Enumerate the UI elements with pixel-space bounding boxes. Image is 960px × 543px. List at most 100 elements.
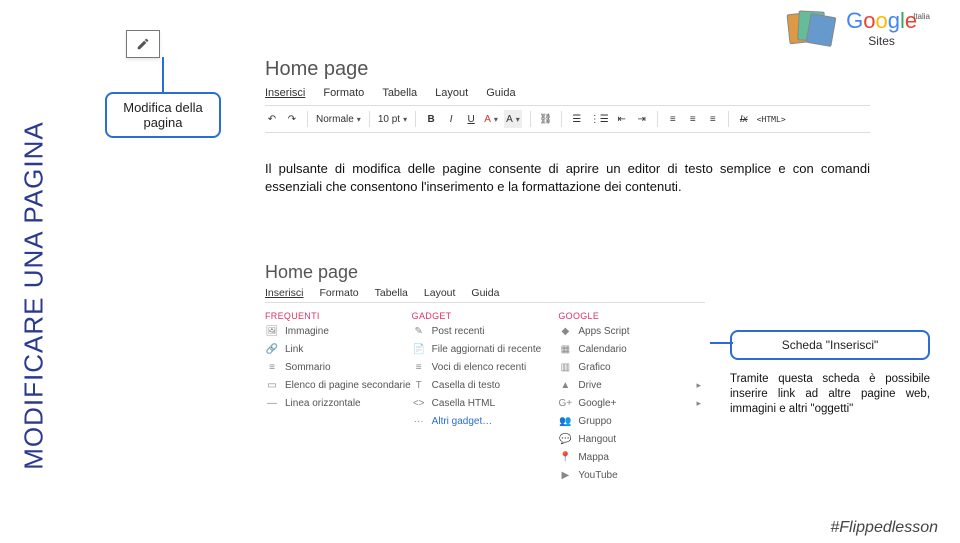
item-icon: T: [412, 379, 426, 391]
menu-item[interactable]: Guida: [471, 287, 499, 299]
align-center-button[interactable]: ≡: [686, 110, 700, 128]
fontsize-dropdown[interactable]: 10 pt: [378, 114, 407, 125]
insert-item[interactable]: ▦Calendario: [558, 343, 705, 355]
item-icon: 💬: [558, 433, 572, 445]
callout-inserisci: Scheda "Inserisci" Tramite questa scheda…: [730, 330, 930, 417]
insert-item[interactable]: ▶YouTube: [558, 469, 705, 481]
highlight-button[interactable]: A: [504, 110, 522, 128]
submenu-arrow-icon: ▸: [696, 398, 701, 409]
item-icon: 📄: [412, 343, 426, 355]
item-icon: ▭: [265, 379, 279, 391]
menu-item[interactable]: Inserisci: [265, 287, 304, 299]
item-label: Grafico: [578, 362, 610, 373]
editor-section-1: Home page Inserisci Formato Tabella Layo…: [265, 58, 870, 133]
insert-item[interactable]: 💬 Hangout: [558, 433, 705, 445]
item-icon: 📍: [558, 451, 572, 463]
menu-item[interactable]: Guida: [486, 87, 515, 99]
edit-button[interactable]: [126, 30, 160, 58]
col-head: GADGET: [412, 311, 559, 321]
underline-button[interactable]: U: [464, 110, 478, 128]
google-sites-label: Google Sites: [846, 8, 917, 48]
page-title: Home page: [265, 58, 870, 81]
menu-item[interactable]: Layout: [424, 287, 456, 299]
outdent-button[interactable]: ⇤: [615, 110, 629, 128]
google-logo: Google: [846, 8, 917, 34]
insert-item[interactable]: 🔗 Link: [265, 343, 412, 355]
callout-title: Scheda "Inserisci": [730, 330, 930, 360]
menu-item[interactable]: Formato: [320, 287, 359, 299]
description-1: Il pulsante di modifica delle pagine con…: [265, 160, 870, 195]
style-dropdown[interactable]: Normale: [316, 114, 361, 125]
item-label: Sommario: [285, 362, 331, 373]
insert-item[interactable]: ≡Voci di elenco recenti: [412, 361, 559, 373]
insert-item[interactable]: 📄File aggiornati di recente: [412, 343, 559, 355]
insert-item[interactable]: ···Altri gadget…: [412, 415, 559, 427]
link-button[interactable]: ⛓: [539, 110, 553, 128]
item-label: Link: [285, 344, 303, 355]
callout-line: Modifica della: [111, 100, 215, 115]
editor-section-2: Home page Inserisci Formato Tabella Layo…: [265, 262, 705, 481]
item-label: Hangout: [578, 434, 616, 445]
text-color-button[interactable]: A: [484, 110, 498, 128]
menu-item[interactable]: Tabella: [375, 287, 408, 299]
insert-item[interactable]: G+Google+▸: [558, 397, 705, 409]
insert-col-frequenti: 🖼 Immagine 🔗 Link ≡ Sommario ▭ Elenco di pagine…: [265, 325, 412, 481]
page-side-title: MODIFICARE UNA PAGINA: [18, 90, 50, 500]
html-button[interactable]: <HTML>: [757, 110, 786, 128]
item-icon: ≡: [265, 361, 279, 373]
bullet-list-button[interactable]: ⋮☰: [590, 110, 609, 128]
insert-item[interactable]: ◆Apps Script: [558, 325, 705, 337]
sites-label: Sites: [868, 34, 895, 48]
item-label: Mappa: [578, 452, 609, 463]
italic-button[interactable]: I: [444, 110, 458, 128]
insert-item[interactable]: ✎Post recenti: [412, 325, 559, 337]
top-right-logos: Google Sites Italia: [788, 8, 930, 48]
item-label: Drive: [578, 380, 601, 391]
menu-item[interactable]: Formato: [323, 87, 364, 99]
menu-item[interactable]: Layout: [435, 87, 468, 99]
align-left-button[interactable]: ≡: [666, 110, 680, 128]
insert-item[interactable]: 📍 Mappa: [558, 451, 705, 463]
item-icon: 🔗: [265, 343, 279, 355]
pencil-icon: [136, 37, 150, 51]
redo-icon[interactable]: ↷: [285, 110, 299, 128]
insert-item[interactable]: ▭ Elenco di pagine secondarie: [265, 379, 412, 391]
insert-item[interactable]: ▥ Grafico: [558, 361, 705, 373]
insert-item[interactable]: ≡ Sommario: [265, 361, 412, 373]
item-icon: ···: [412, 415, 426, 427]
item-icon: ▥: [558, 361, 572, 373]
editor-menu-2: Inserisci Formato Tabella Layout Guida: [265, 287, 705, 303]
item-icon: —: [265, 397, 279, 409]
bold-button[interactable]: B: [424, 110, 438, 128]
item-label: YouTube: [578, 470, 617, 481]
col-head: FREQUENTI: [265, 311, 412, 321]
item-label: Apps Script: [578, 326, 629, 337]
undo-icon[interactable]: ↶: [265, 110, 279, 128]
item-icon: <>: [412, 397, 426, 409]
indent-button[interactable]: ⇥: [635, 110, 649, 128]
numbered-list-button[interactable]: ☰: [570, 110, 584, 128]
insert-item[interactable]: 👥Gruppo: [558, 415, 705, 427]
item-label: Elenco di pagine secondarie: [285, 380, 411, 391]
clear-format-button[interactable]: Ix: [737, 110, 751, 128]
menu-item[interactable]: Inserisci: [265, 87, 305, 99]
insert-item[interactable]: 🖼 Immagine: [265, 325, 412, 337]
item-icon: ▲: [558, 379, 572, 391]
insert-item[interactable]: —Linea orizzontale: [265, 397, 412, 409]
align-right-button[interactable]: ≡: [706, 110, 720, 128]
item-icon: 🖼: [265, 325, 279, 337]
page-side-title-text: MODIFICARE UNA PAGINA: [19, 121, 50, 469]
item-label: Google+: [578, 398, 616, 409]
insert-item[interactable]: TCasella di testo: [412, 379, 559, 391]
col-head: GOOGLE: [558, 311, 705, 321]
editor-toolbar: ↶ ↷ Normale 10 pt B I U A A ⛓ ☰ ⋮☰ ⇤ ⇥ ≡…: [265, 105, 870, 133]
insert-grid: 🖼 Immagine 🔗 Link ≡ Sommario ▭ Elenco di pagine…: [265, 325, 705, 481]
item-label: Voci di elenco recenti: [432, 362, 527, 373]
submenu-arrow-icon: ▸: [696, 380, 701, 391]
insert-item[interactable]: <>Casella HTML: [412, 397, 559, 409]
footer-hashtag: #Flippedlesson: [830, 519, 938, 537]
insert-col-gadget: ✎Post recenti 📄File aggiornati di recente…: [412, 325, 559, 481]
insert-item[interactable]: ▲ Drive ▸: [558, 379, 705, 391]
item-label: Immagine: [285, 326, 329, 337]
menu-item[interactable]: Tabella: [382, 87, 417, 99]
